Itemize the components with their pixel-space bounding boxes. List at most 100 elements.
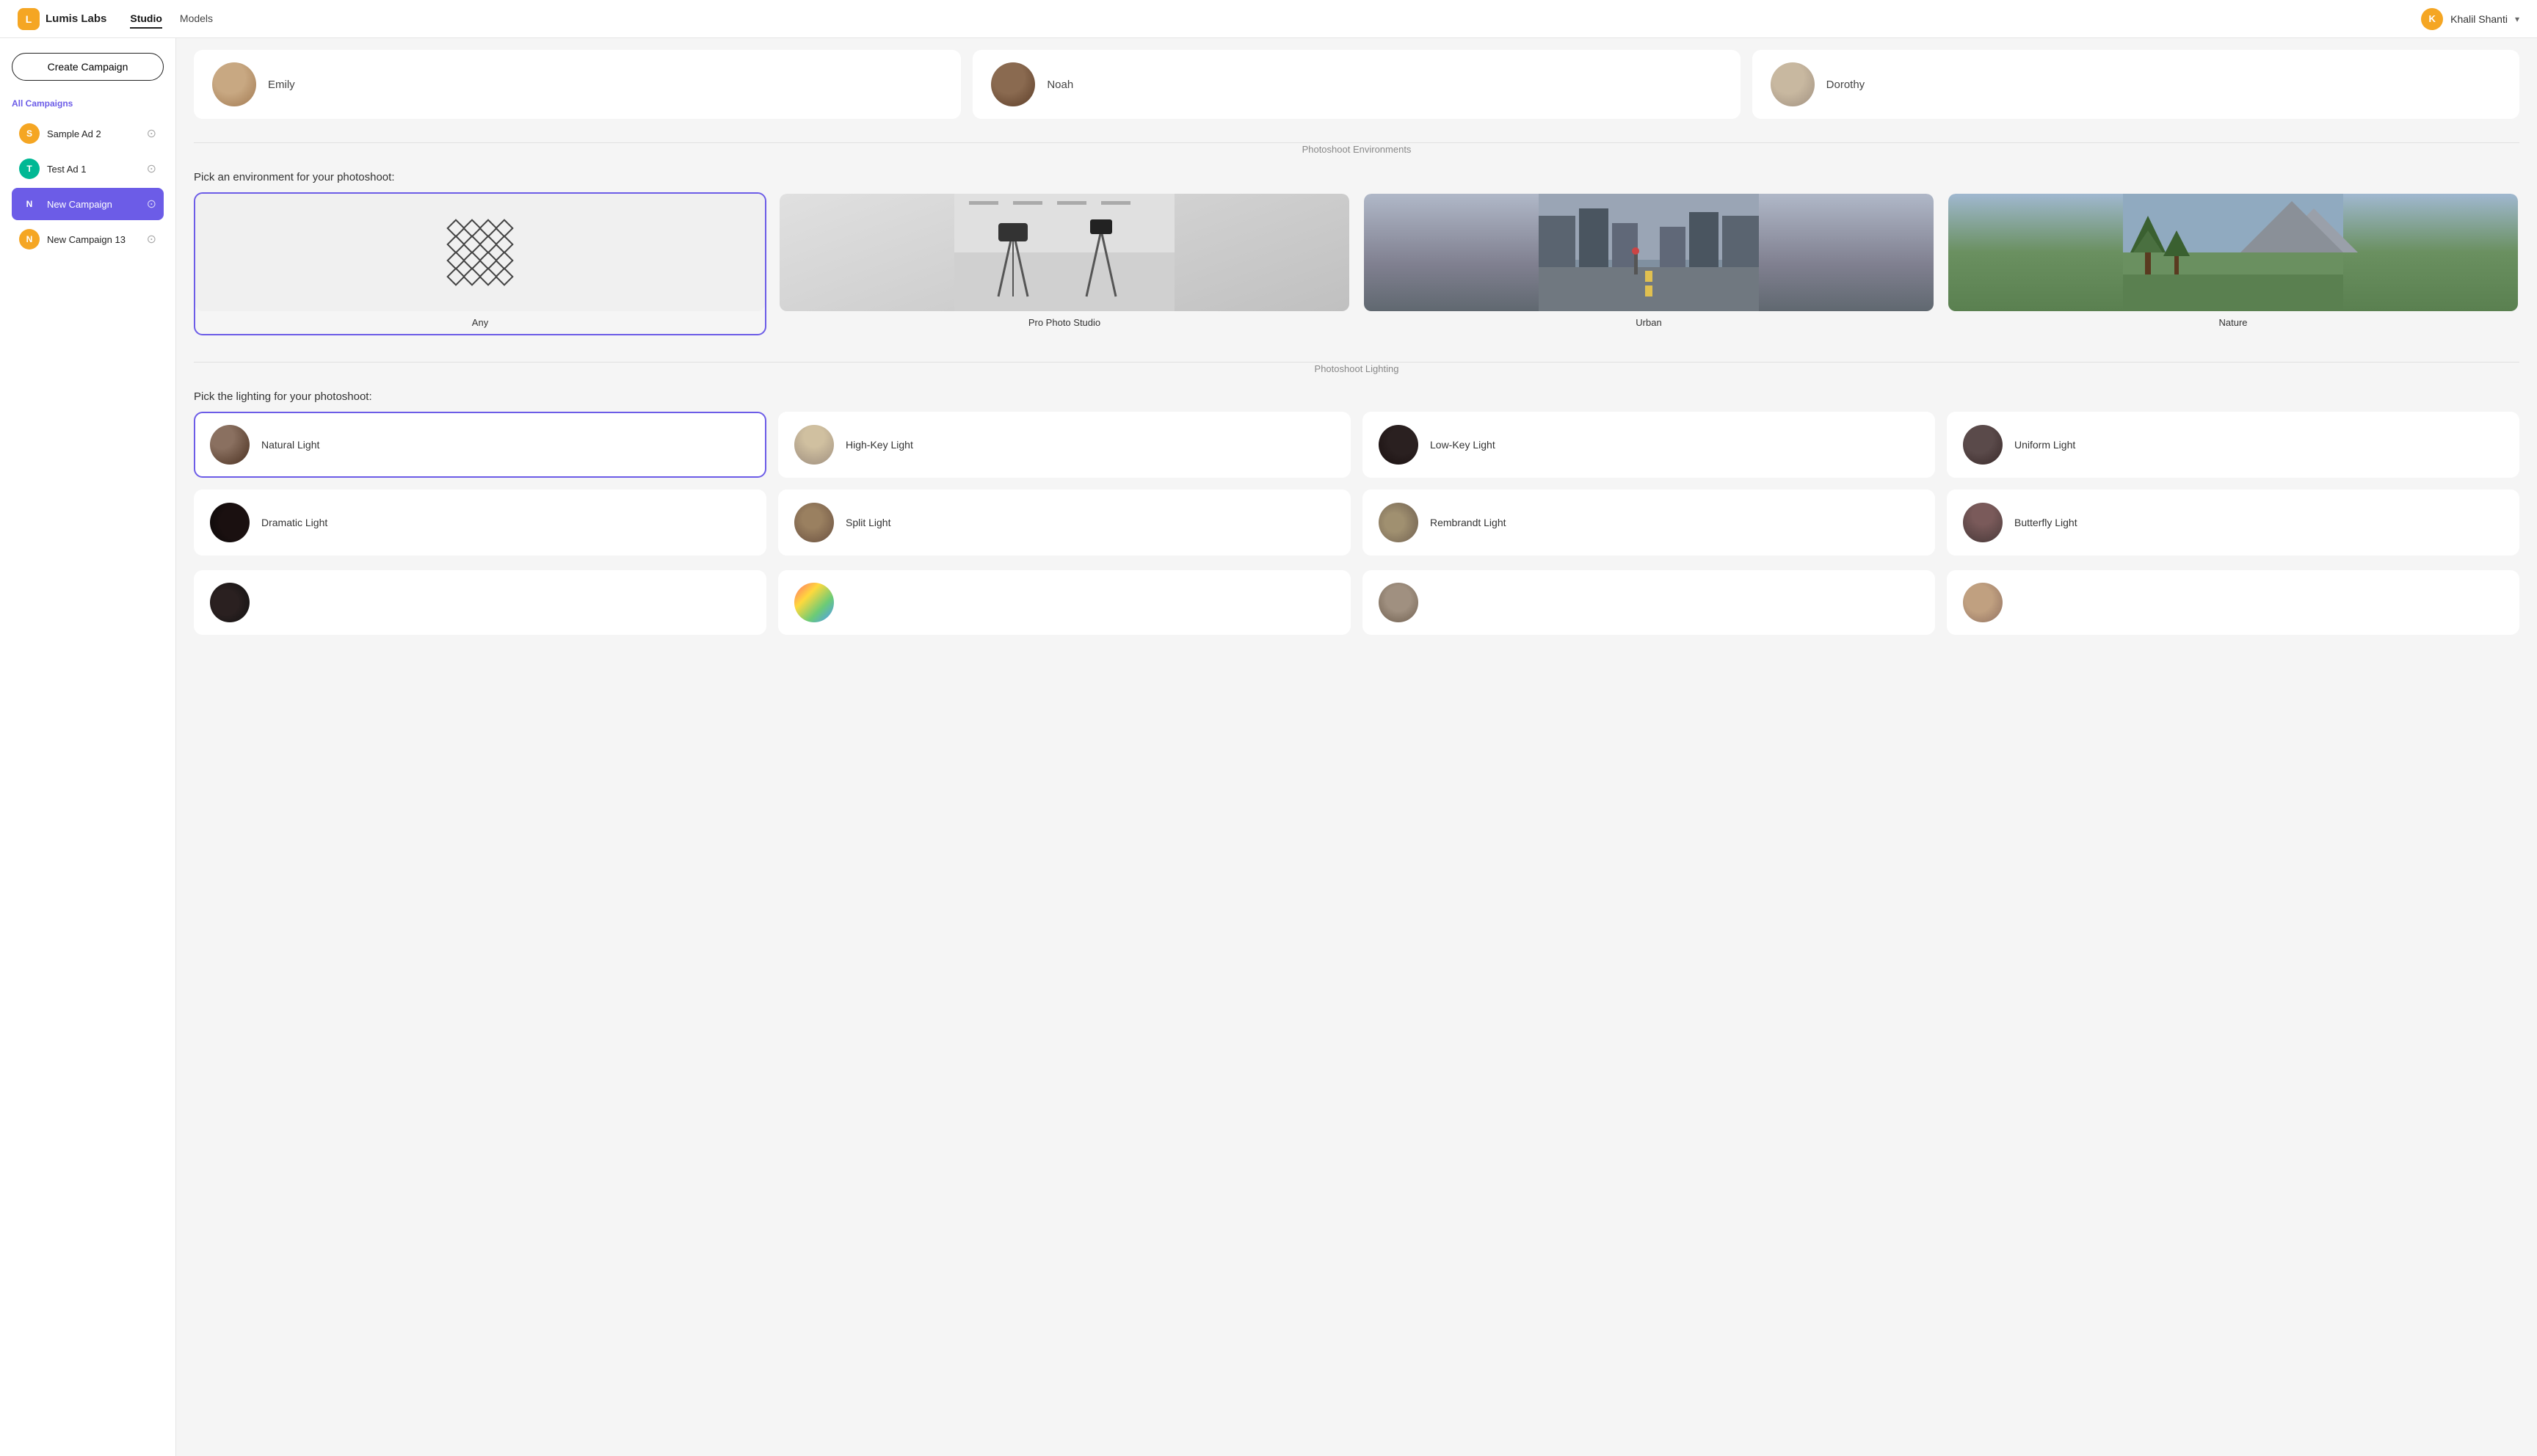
nature-svg — [1948, 194, 2518, 311]
model-avatar-noah — [991, 62, 1035, 106]
logo-icon: L — [18, 8, 40, 30]
studio-svg — [780, 194, 1349, 311]
environments-section-label: Photoshoot Environments — [1293, 144, 1420, 155]
lighting-label-rembrandt: Rembrandt Light — [1430, 517, 1506, 528]
lighting-card-natural[interactable]: Natural Light — [194, 412, 766, 478]
campaign-avatar: S — [19, 123, 40, 144]
model-card-noah[interactable]: Noah — [973, 50, 1740, 119]
lighting-avatar-natural — [210, 425, 250, 465]
env-label-nature: Nature — [1948, 311, 2518, 334]
model-name-dorothy: Dorothy — [1826, 79, 1865, 91]
lighting-section-label: Photoshoot Lighting — [1306, 363, 1408, 374]
campaign-options-icon[interactable]: ⊙ — [147, 161, 156, 176]
env-image-nature — [1948, 194, 2518, 311]
campaign-avatar: T — [19, 159, 40, 179]
lighting-avatar-extra-2 — [794, 583, 834, 622]
divider-line — [194, 142, 2519, 143]
nav-studio[interactable]: Studio — [130, 10, 162, 29]
chevron-down-icon[interactable]: ▾ — [2515, 14, 2519, 24]
lighting-card-uniform[interactable]: Uniform Light — [1947, 412, 2519, 478]
urban-svg — [1364, 194, 1934, 311]
env-card-urban[interactable]: Urban — [1362, 192, 1935, 335]
lighting-avatar-lowkey — [1379, 425, 1418, 465]
model-card-dorothy[interactable]: Dorothy — [1752, 50, 2519, 119]
lighting-section-title: Pick the lighting for your photoshoot: — [176, 382, 2537, 412]
lighting-grid: Natural Light High-Key Light Low-Key Lig… — [176, 412, 2537, 570]
lighting-avatar-extra-4 — [1963, 583, 2003, 622]
user-avatar: K — [2421, 8, 2443, 30]
lighting-label-lowkey: Low-Key Light — [1430, 439, 1495, 451]
model-avatar-emily — [212, 62, 256, 106]
sidebar-item-new-campaign-13[interactable]: N New Campaign 13 ⊙ — [12, 223, 164, 255]
all-campaigns-label: All Campaigns — [12, 98, 164, 109]
env-image-any — [195, 194, 765, 311]
logo-text: Lumis Labs — [46, 12, 106, 25]
lighting-avatar-rembrandt — [1379, 503, 1418, 542]
lighting-avatar-uniform — [1963, 425, 2003, 465]
lighting-label-uniform: Uniform Light — [2014, 439, 2075, 451]
lighting-card-dramatic[interactable]: Dramatic Light — [194, 489, 766, 556]
env-image-studio — [780, 194, 1349, 311]
lighting-card-lowkey[interactable]: Low-Key Light — [1362, 412, 1935, 478]
sidebar-item-new-campaign[interactable]: N New Campaign ⊙ — [12, 188, 164, 220]
lighting-avatar-butterfly — [1963, 503, 2003, 542]
lighting-card-highkey[interactable]: High-Key Light — [778, 412, 1351, 478]
logo: L Lumis Labs — [18, 8, 106, 30]
model-name-emily: Emily — [268, 79, 295, 91]
lighting-card-extra-4[interactable] — [1947, 570, 2519, 635]
user-name: Khalil Shanti — [2450, 13, 2508, 25]
campaign-name: Test Ad 1 — [47, 164, 139, 175]
env-label-studio: Pro Photo Studio — [780, 311, 1349, 334]
lighting-card-extra-1[interactable] — [194, 570, 766, 635]
env-card-any[interactable]: Any — [194, 192, 766, 335]
topbar: L Lumis Labs Studio Models K Khalil Shan… — [0, 0, 2537, 38]
env-image-urban — [1364, 194, 1934, 311]
lighting-card-butterfly[interactable]: Butterfly Light — [1947, 489, 2519, 556]
sidebar-item-test-ad-1[interactable]: T Test Ad 1 ⊙ — [12, 153, 164, 185]
campaign-avatar: N — [19, 229, 40, 250]
env-card-pro-studio[interactable]: Pro Photo Studio — [778, 192, 1351, 335]
diamond-grid-icon — [449, 222, 511, 283]
lighting-card-split[interactable]: Split Light — [778, 489, 1351, 556]
lighting-label-natural: Natural Light — [261, 439, 319, 451]
model-card-emily[interactable]: Emily — [194, 50, 961, 119]
create-campaign-button[interactable]: Create Campaign — [12, 53, 164, 81]
environment-grid: Any — [176, 192, 2537, 350]
lighting-label-butterfly: Butterfly Light — [2014, 517, 2077, 528]
lighting-card-extra-2[interactable] — [778, 570, 1351, 635]
env-label-urban: Urban — [1364, 311, 1934, 334]
main-layout: Create Campaign All Campaigns S Sample A… — [0, 38, 2537, 1456]
environments-section-title: Pick an environment for your photoshoot: — [176, 162, 2537, 192]
campaign-options-icon[interactable]: ⊙ — [147, 232, 156, 247]
campaign-name: New Campaign 13 — [47, 234, 139, 245]
lighting-card-extra-3[interactable] — [1362, 570, 1935, 635]
lighting-avatar-split — [794, 503, 834, 542]
lighting-avatar-extra-1 — [210, 583, 250, 622]
lighting-avatar-dramatic — [210, 503, 250, 542]
sidebar-item-sample-ad-2[interactable]: S Sample Ad 2 ⊙ — [12, 117, 164, 150]
env-card-nature[interactable]: Nature — [1947, 192, 2519, 335]
main-content: Emily Noah Dorothy Photoshoot Environmen… — [176, 38, 2537, 1456]
env-label-any: Any — [195, 311, 765, 334]
lighting-avatar-extra-3 — [1379, 583, 1418, 622]
model-name-noah: Noah — [1047, 79, 1073, 91]
main-nav: Studio Models — [130, 10, 213, 29]
environments-section-divider: Photoshoot Environments — [176, 131, 2537, 162]
campaign-name: New Campaign — [47, 199, 139, 210]
nav-models[interactable]: Models — [180, 10, 213, 29]
lighting-section-divider: Photoshoot Lighting — [176, 350, 2537, 382]
model-avatar-dorothy — [1771, 62, 1815, 106]
topbar-right: K Khalil Shanti ▾ — [2421, 8, 2519, 30]
lighting-card-rembrandt[interactable]: Rembrandt Light — [1362, 489, 1935, 556]
lighting-label-split: Split Light — [846, 517, 890, 528]
campaign-list: S Sample Ad 2 ⊙ T Test Ad 1 ⊙ N New Camp… — [12, 117, 164, 255]
campaign-avatar: N — [19, 194, 40, 214]
campaign-options-icon[interactable]: ⊙ — [147, 126, 156, 141]
campaign-name: Sample Ad 2 — [47, 128, 139, 139]
lighting-avatar-highkey — [794, 425, 834, 465]
sidebar: Create Campaign All Campaigns S Sample A… — [0, 38, 176, 1456]
lighting-grid-bottom — [176, 570, 2537, 649]
campaign-options-icon[interactable]: ⊙ — [147, 197, 156, 211]
lighting-label-dramatic: Dramatic Light — [261, 517, 327, 528]
models-row: Emily Noah Dorothy — [176, 38, 2537, 131]
